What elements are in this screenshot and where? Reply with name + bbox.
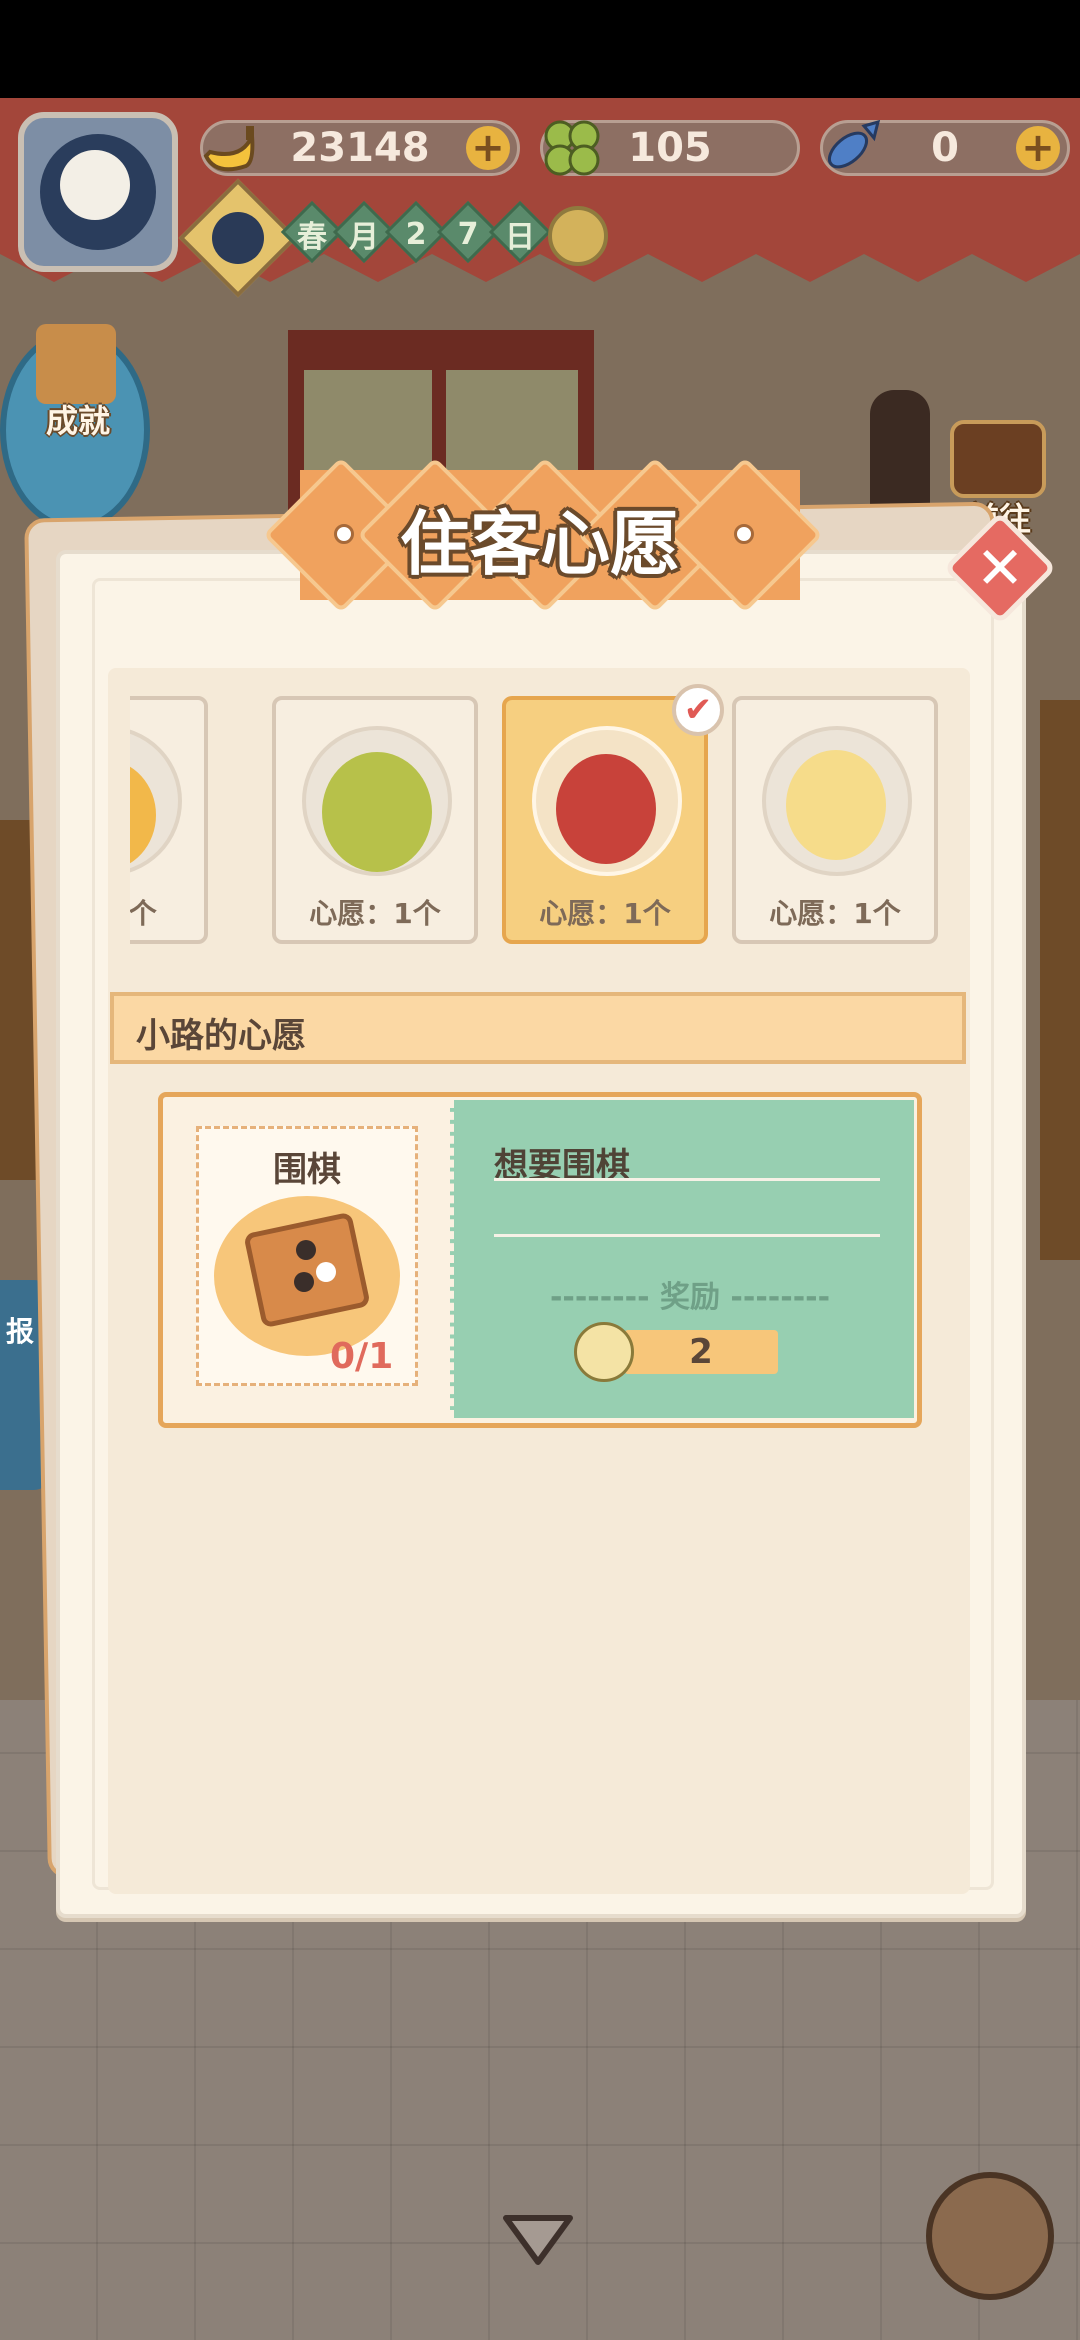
moon-icon: [212, 212, 264, 264]
go-stone: [296, 1240, 316, 1260]
banana-icon: [203, 126, 255, 172]
date-digit: 7: [457, 216, 479, 252]
goto-board-icon[interactable]: [950, 420, 1046, 498]
banana-value: 23148: [290, 125, 430, 171]
check-icon: ✔: [672, 684, 724, 736]
bulb-guest-icon: [786, 750, 886, 860]
down-arrow-icon[interactable]: [500, 2210, 576, 2270]
guest-card-deer-selected[interactable]: 心愿：1个: [502, 696, 708, 944]
guest-card-bulb[interactable]: 心愿：1个: [732, 696, 938, 944]
guest-card-pineapple[interactable]: 愿：1个: [130, 696, 208, 944]
banana-add-button[interactable]: +: [466, 126, 510, 170]
guest-carousel[interactable]: 愿：1个 心愿：1个 心愿：1个 心愿：1个: [130, 690, 950, 950]
flower-icon: [574, 1322, 634, 1382]
deer-guest-icon: [556, 754, 656, 864]
wish-line: [494, 1234, 880, 1237]
status-bar: [0, 0, 1080, 98]
guest-card-dino[interactable]: 心愿：1个: [272, 696, 478, 944]
furniture-right: [1040, 700, 1080, 1260]
achievement-label: 成就: [45, 402, 110, 440]
reward-amount: 2: [689, 1332, 713, 1372]
wish-item-progress: 0/1: [330, 1336, 394, 1377]
clover-icon: [544, 120, 600, 176]
wish-owner-title: 小路的心愿: [136, 1016, 306, 1056]
guest-wish-count: 心愿：1个: [769, 897, 901, 930]
clover-value: 105: [628, 125, 712, 171]
date-day: 日: [505, 220, 535, 255]
close-icon[interactable]: ✕: [960, 528, 1040, 608]
wish-line: [494, 1178, 880, 1181]
date-season: 春: [297, 220, 327, 255]
news-label: 报: [5, 1315, 34, 1348]
avatar-face: [60, 150, 130, 220]
guest-wish-count: 愿：1个: [130, 897, 157, 930]
go-stone: [294, 1272, 314, 1292]
modal-title: 住客心愿: [400, 503, 680, 585]
wish-item-name: 围棋: [273, 1150, 341, 1190]
guest-wish-count: 心愿：1个: [309, 897, 441, 930]
dino-guest-icon: [322, 752, 432, 872]
sun-icon: [548, 206, 608, 266]
reward-label: -------- 奖励 --------: [549, 1280, 831, 1315]
yarn-ball-icon[interactable]: [926, 2172, 1054, 2300]
fish-add-button[interactable]: +: [1016, 126, 1060, 170]
guest-wish-count: 心愿：1个: [539, 897, 671, 930]
go-stone: [316, 1262, 336, 1282]
achievement-icon: [36, 324, 116, 404]
fish-icon: [827, 119, 881, 169]
date-month: 月: [349, 220, 379, 255]
fish-value: 0: [931, 125, 959, 171]
date-digit: 2: [405, 216, 427, 252]
